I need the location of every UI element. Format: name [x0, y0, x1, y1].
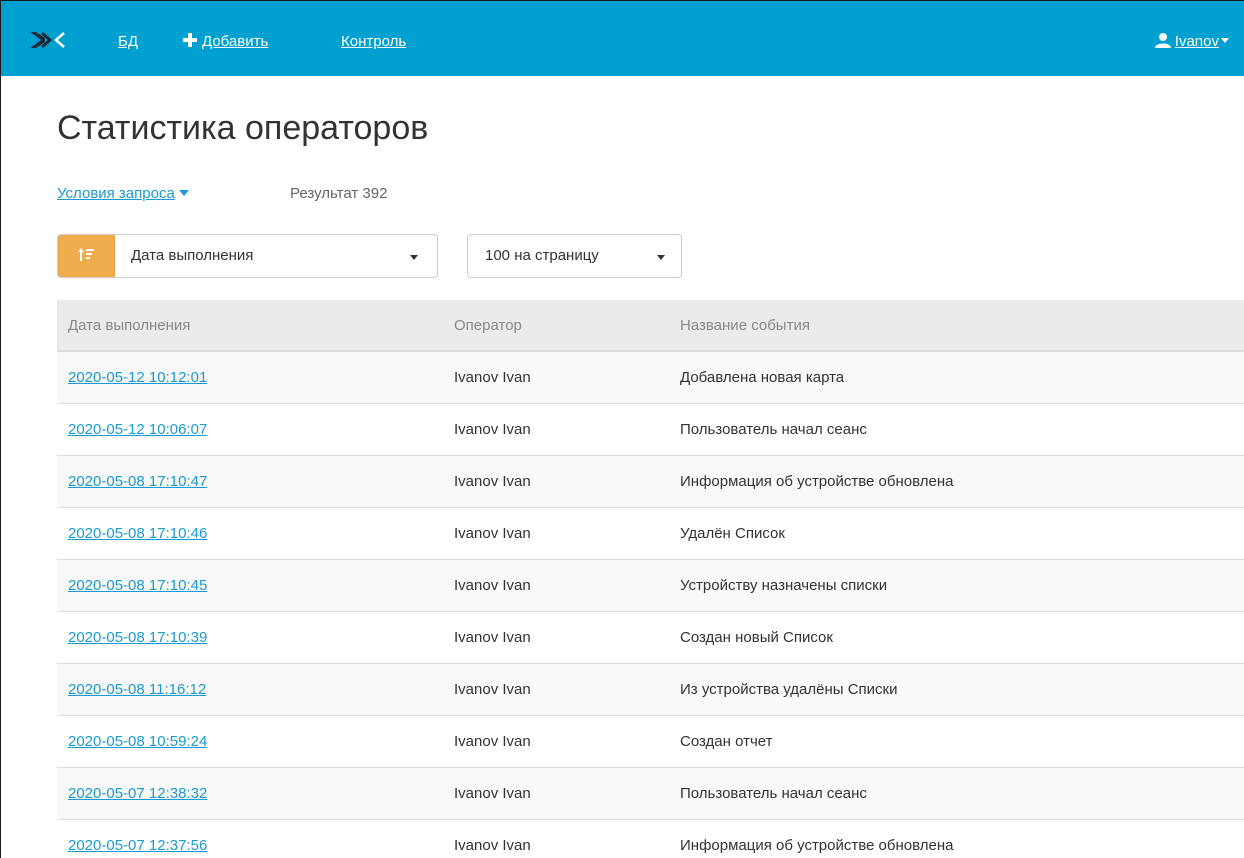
row-date-link[interactable]: 2020-05-08 11:16:12	[68, 681, 206, 698]
sort-field-select[interactable]: Дата выполнения	[114, 235, 437, 277]
table-row: 2020-05-12 10:12:01 Ivanov Ivan Добавлен…	[57, 352, 1244, 404]
logo-icon[interactable]	[28, 31, 68, 49]
table-header: Дата выполнения Оператор Название событи…	[57, 300, 1244, 352]
header-date[interactable]: Дата выполнения	[68, 317, 190, 334]
top-navbar: БД Добавить Контроль Ivanov	[1, 1, 1244, 76]
header-event[interactable]: Название события	[680, 317, 810, 334]
row-event: Добавлена новая карта	[680, 369, 845, 386]
row-operator: Ivanov Ivan	[454, 369, 531, 386]
row-date-link[interactable]: 2020-05-08 17:10:47	[68, 473, 207, 490]
row-date-link[interactable]: 2020-05-08 17:10:46	[68, 525, 207, 542]
page-title: Статистика операторов	[57, 109, 429, 147]
user-icon	[1154, 32, 1171, 48]
row-event: Информация об устройстве обновлена	[680, 837, 954, 854]
row-event: Создан новый Список	[680, 629, 833, 646]
chevron-down-icon	[178, 190, 189, 196]
user-name: Ivanov	[1174, 33, 1219, 50]
row-operator: Ivanov Ivan	[454, 629, 531, 646]
row-operator: Ivanov Ivan	[454, 577, 531, 594]
row-operator: Ivanov Ivan	[454, 681, 531, 698]
row-event: Удалён Список	[680, 525, 785, 542]
row-date-link[interactable]: 2020-05-08 17:10:45	[68, 577, 207, 594]
row-event: Из устройства удалёны Списки	[680, 681, 898, 698]
row-operator: Ivanov Ivan	[454, 525, 531, 542]
row-operator: Ivanov Ivan	[454, 733, 531, 750]
table-row: 2020-05-08 11:16:12 Ivanov Ivan Из устро…	[57, 664, 1244, 716]
table-row: 2020-05-07 12:37:56 Ivanov Ivan Информац…	[57, 820, 1244, 858]
user-menu[interactable]: Ivanov	[1154, 32, 1229, 50]
per-page-select[interactable]: 100 на страницу	[467, 234, 682, 278]
table-row: 2020-05-08 17:10:45 Ivanov Ivan Устройст…	[57, 560, 1244, 612]
row-operator: Ivanov Ivan	[454, 473, 531, 490]
app-window: БД Добавить Контроль Ivanov Статистика о…	[0, 0, 1244, 858]
row-date-link[interactable]: 2020-05-07 12:38:32	[68, 785, 207, 802]
chevron-down-icon	[410, 255, 418, 260]
row-event: Устройству назначены списки	[680, 577, 888, 594]
row-operator: Ivanov Ivan	[454, 421, 531, 438]
table-row: 2020-05-08 17:10:46 Ivanov Ivan Удалён С…	[57, 508, 1244, 560]
row-event: Пользователь начал сеанс	[680, 421, 867, 438]
sort-control: Дата выполнения	[57, 234, 438, 278]
row-event: Создан отчет	[680, 733, 773, 750]
sort-direction-button[interactable]	[58, 235, 115, 277]
table-row: 2020-05-07 12:38:32 Ivanov Ivan Пользова…	[57, 768, 1244, 820]
table-row: 2020-05-12 10:06:07 Ivanov Ivan Пользова…	[57, 404, 1244, 456]
operators-table: Дата выполнения Оператор Название событи…	[57, 300, 1244, 858]
query-conditions-label: Условия запроса	[57, 185, 175, 202]
plus-icon	[183, 33, 197, 47]
nav-add-label: Добавить	[202, 33, 269, 50]
header-operator[interactable]: Оператор	[454, 317, 522, 334]
row-date-link[interactable]: 2020-05-08 17:10:39	[68, 629, 207, 646]
result-count: Результат 392	[290, 185, 388, 202]
row-event: Информация об устройстве обновлена	[680, 473, 954, 490]
row-operator: Ivanov Ivan	[454, 785, 531, 802]
nav-add-link[interactable]: Добавить	[183, 33, 268, 50]
sort-field-value: Дата выполнения	[131, 247, 254, 264]
table-row: 2020-05-08 10:59:24 Ivanov Ivan Создан о…	[57, 716, 1244, 768]
table-row: 2020-05-08 17:10:47 Ivanov Ivan Информац…	[57, 456, 1244, 508]
chevron-down-icon	[657, 255, 665, 260]
nav-control-link[interactable]: Контроль	[341, 33, 406, 50]
nav-bd-link[interactable]: БД	[118, 33, 138, 50]
query-conditions-toggle[interactable]: Условия запроса	[57, 185, 189, 202]
row-date-link[interactable]: 2020-05-12 10:12:01	[68, 369, 207, 386]
per-page-value: 100 на страницу	[485, 247, 599, 264]
chevron-down-icon	[1221, 38, 1229, 43]
row-date-link[interactable]: 2020-05-12 10:06:07	[68, 421, 207, 438]
row-date-link[interactable]: 2020-05-07 12:37:56	[68, 837, 207, 854]
table-row: 2020-05-08 17:10:39 Ivanov Ivan Создан н…	[57, 612, 1244, 664]
row-date-link[interactable]: 2020-05-08 10:59:24	[68, 733, 207, 750]
row-operator: Ivanov Ivan	[454, 837, 531, 854]
sort-ascending-icon	[78, 248, 94, 261]
row-event: Пользователь начал сеанс	[680, 785, 867, 802]
